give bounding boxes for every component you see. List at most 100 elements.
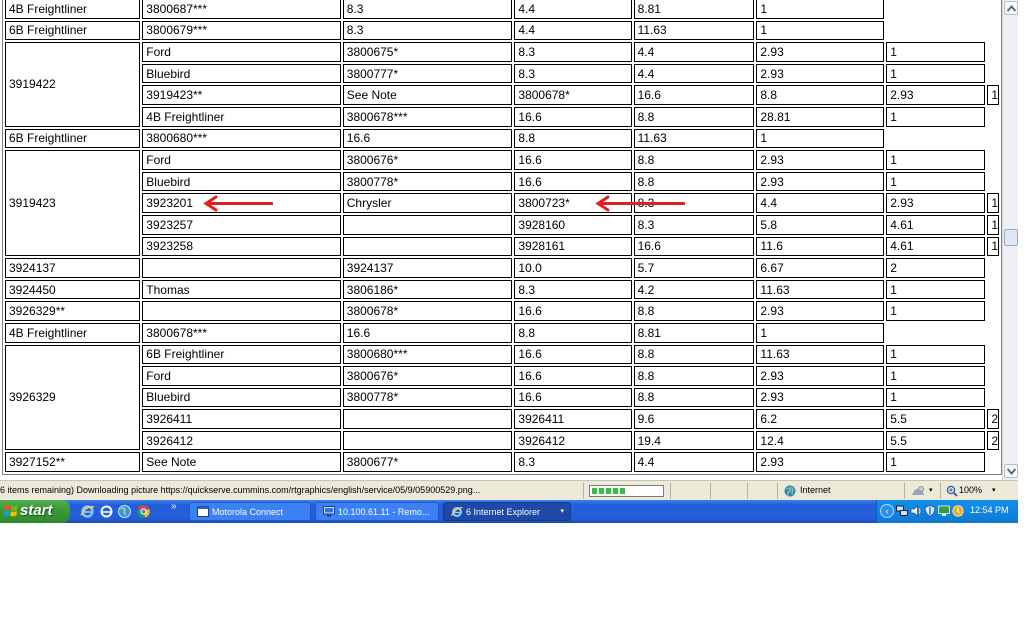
table-row: 3926329** 3800678* 16.6 8.8 2.93 1 [5,301,999,321]
monitor-icon[interactable] [938,505,950,517]
quick-launch-more[interactable]: » [171,501,177,512]
value-cell-b: 8.8 [756,85,885,105]
task-remote-desktop[interactable]: 10.100.61.11 - Remo... [315,502,439,521]
zoom-dropdown[interactable]: ▾ [992,486,996,494]
quantity-cell: 1 [886,301,986,321]
table-row: 3923201 Chrysler 3800723* 8.3 4.4 2.93 1 [5,193,999,213]
table-row: Ford 3800676* 16.6 8.8 2.93 1 [5,366,999,386]
task-internet-explorer[interactable]: 6 Internet Explorer ▾ [443,502,571,521]
quantity-cell: 1 [886,171,986,192]
task-label: 10.100.61.11 - Remo... [338,507,430,517]
table-body: 4B Freightliner 3800687*** 8.3 4.4 8.81 1 6B F… [5,0,999,473]
reference-part-cell: 3926412 [514,430,632,451]
quantity-cell: 1 [756,0,885,19]
zoom-level[interactable]: 100% [959,485,982,495]
quantity-cell: 1 [987,193,999,213]
value-cell-a: 9.6 [633,409,755,429]
value-cell-b: 4.4 [633,452,755,473]
value-cell-c: 28.81 [756,106,885,127]
part-number-cell: 3923201 [142,193,341,213]
value-cell-b: 8.8 [633,387,755,408]
system-tray: ‹ 12:54 PM [876,500,1018,523]
application-cell [142,301,341,321]
table-row: 3924137 3924137 10.0 5.7 6.67 2 [5,258,999,278]
scroll-down-button[interactable] [1004,464,1018,478]
value-cell-c: 2.93 [756,63,885,84]
start-button[interactable]: start [0,500,70,523]
chrome-icon[interactable] [136,504,151,519]
quantity-cell: 1 [886,452,986,473]
table-row: 3927152** See Note 3800677* 8.3 4.4 2.93 1 [5,452,999,473]
reference-part-cell: 3800679*** [142,20,341,41]
value-cell-b: 4.4 [633,42,755,62]
parts-table: 4B Freightliner 3800687*** 8.3 4.4 8.81 1 6B F… [2,0,1002,476]
value-cell-c: 4.61 [886,236,986,257]
reference-part-cell: 3800677* [342,452,513,473]
part-number-cell: 3919422 [5,42,141,127]
speaker-icon[interactable] [910,505,922,517]
value-cell-a: 16.6 [514,366,632,386]
application-cell [342,409,513,429]
reference-part-cell: 3800680*** [142,128,341,149]
value-cell-c: 11.63 [633,128,755,149]
value-cell-b: 8.8 [514,128,632,149]
scroll-thumb[interactable] [1004,229,1018,246]
protected-mode-icon[interactable] [911,485,925,497]
application-cell: Thomas [142,279,341,300]
status-separator [777,483,778,499]
task-label: 6 Internet Explorer [466,507,541,517]
status-separator [670,483,671,499]
application-cell: 4B Freightliner [142,106,341,127]
value-cell-a: 8.3 [633,214,755,235]
network-icon[interactable] [896,505,908,517]
protected-mode-dropdown[interactable]: ▾ [929,486,933,494]
table-row: 3919422 Ford 3800675* 8.3 4.4 2.93 1 [5,42,999,127]
reference-part-cell: 3800777* [342,63,513,84]
windows-logo-icon [4,505,18,517]
table-row: Bluebird 3800777* 8.3 4.4 2.93 1 [5,63,999,84]
application-cell: 4B Freightliner [5,322,141,343]
value-cell-a: 19.4 [633,430,755,451]
globe-icon[interactable] [117,504,132,519]
value-cell-b: 8.8 [633,106,755,127]
update-icon[interactable] [952,505,964,517]
value-cell-a: 8.3 [514,279,632,300]
task-label: Motorola Connect [212,507,284,517]
value-cell-a: 8.3 [514,452,632,473]
quantity-cell: 1 [886,344,986,365]
clock: 12:54 PM [970,505,1009,515]
vertical-scrollbar[interactable] [1002,0,1018,480]
value-cell-c: 4.61 [886,214,986,235]
download-progress-bar [589,485,664,497]
table-row: 3924450 Thomas 3806186* 8.3 4.2 11.63 1 [5,279,999,300]
task-motorola-connect[interactable]: Motorola Connect [189,502,311,521]
arrow-up-icon [1007,5,1016,12]
reference-part-cell: 3800678*** [342,106,513,127]
value-cell-c: 2.93 [886,193,986,213]
reference-part-cell: 3800778* [342,171,513,192]
quantity-cell: 1 [886,63,986,84]
table-row: 6B Freightliner 3800679*** 8.3 4.4 11.63 1 [5,20,999,41]
security-shield-icon[interactable] [924,505,936,517]
scroll-up-button[interactable] [1004,1,1018,15]
application-cell [342,214,513,235]
status-separator [710,483,711,499]
reference-part-cell: 3800680*** [342,344,513,365]
ie-icon[interactable] [80,504,95,519]
value-cell-c: 11.63 [633,20,755,41]
value-cell-c: 8.81 [633,0,755,19]
application-cell: Bluebird [142,63,341,84]
status-separator [904,483,905,499]
tray-expand-button[interactable]: ‹ [880,504,894,518]
reference-part-cell: 3800687*** [142,0,341,19]
part-number-cell: 3926412 [142,430,341,451]
application-cell: Chrysler [342,193,513,213]
value-cell-c: 11.63 [756,279,885,300]
value-cell-b: 4.2 [633,279,755,300]
ie-alt-icon[interactable] [99,504,114,519]
value-cell-a: 16.6 [514,301,632,321]
application-cell [342,430,513,451]
table-row: 6B Freightliner 3800680*** 16.6 8.8 11.63 1 [5,128,999,149]
table-row: 3926412 3926412 19.4 12.4 5.5 2 [5,430,999,451]
zoom-icon[interactable] [946,485,958,497]
